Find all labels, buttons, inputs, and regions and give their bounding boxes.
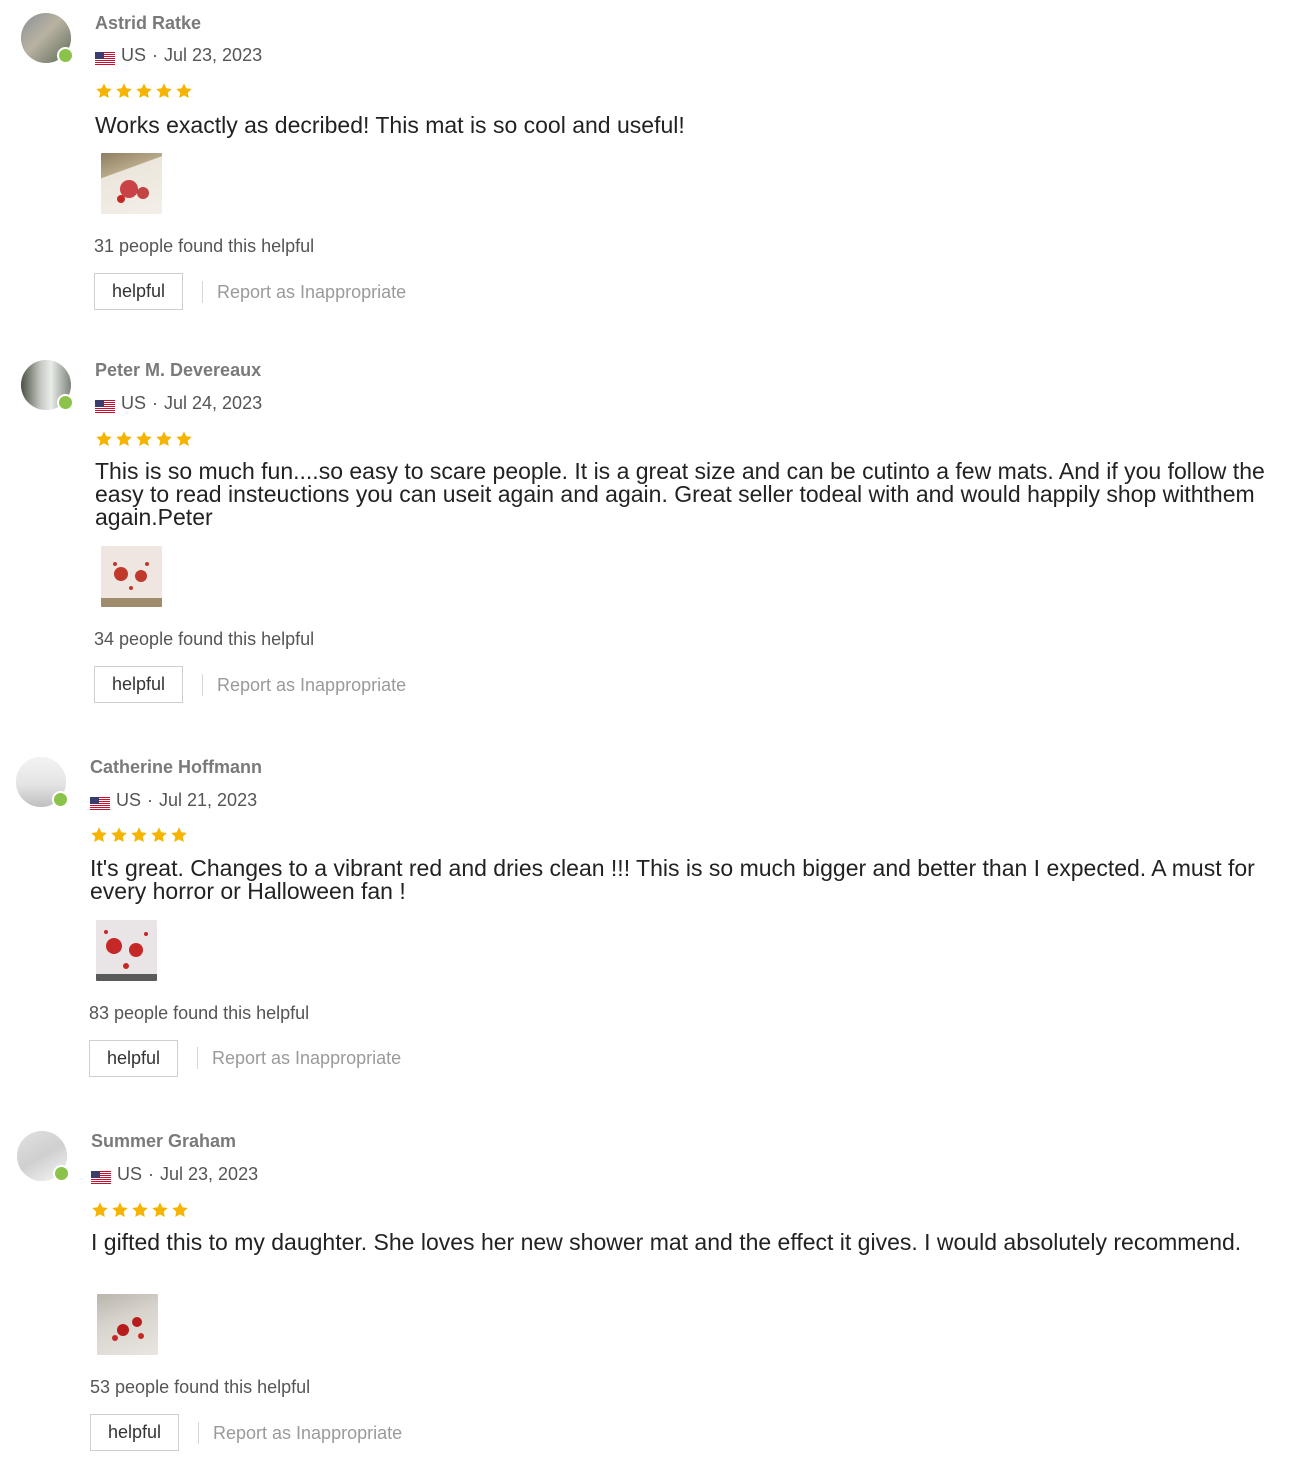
report-link[interactable]: Report as Inappropriate — [217, 675, 406, 696]
star-icon — [176, 83, 192, 99]
review-country: US — [116, 790, 142, 810]
review-text: This is so much fun....so easy to scare … — [95, 458, 1265, 530]
divider — [198, 1422, 199, 1444]
star-icon — [172, 1202, 188, 1218]
us-flag-icon — [95, 49, 115, 65]
helpful-count: 34 people found this helpful — [94, 629, 315, 649]
review-date: Jul 23, 2023 — [164, 45, 263, 65]
divider — [202, 674, 203, 696]
review-date: Jul 23, 2023 — [160, 1164, 259, 1184]
review-meta: US · Jul 21, 2023 — [90, 790, 257, 811]
star-icon — [152, 1202, 168, 1218]
meta-separator: · — [148, 1164, 155, 1184]
avatar — [17, 1131, 70, 1182]
avatar — [21, 13, 74, 64]
star-icon — [112, 1202, 128, 1218]
review-text: It's great. Changes to a vibrant red and… — [90, 855, 1255, 904]
helpful-button[interactable]: helpful — [94, 666, 183, 703]
reviewer-name: Peter M. Devereaux — [95, 360, 262, 380]
star-icon — [151, 827, 167, 843]
us-flag-icon — [90, 794, 110, 810]
us-flag-icon — [95, 397, 115, 413]
star-icon — [156, 83, 172, 99]
report-link[interactable]: Report as Inappropriate — [217, 282, 406, 303]
review-country: US — [121, 393, 147, 413]
star-rating — [95, 430, 193, 448]
reviewer-name: Astrid Ratke — [95, 13, 202, 33]
verified-check-icon — [57, 394, 74, 411]
reviewer-name: Catherine Hoffmann — [90, 757, 263, 777]
review-meta: US · Jul 23, 2023 — [95, 45, 262, 66]
star-icon — [136, 83, 152, 99]
review-country: US — [121, 45, 147, 65]
review-date: Jul 24, 2023 — [164, 393, 263, 413]
star-icon — [156, 431, 172, 447]
review-photo-thumbnail[interactable] — [101, 546, 162, 607]
review-meta: US · Jul 23, 2023 — [91, 1164, 258, 1185]
review-text: Works exactly as decribed! This mat is s… — [95, 112, 685, 138]
meta-separator: · — [147, 790, 154, 810]
review-photo-thumbnail[interactable] — [97, 1294, 158, 1355]
report-link[interactable]: Report as Inappropriate — [212, 1048, 401, 1069]
report-link[interactable]: Report as Inappropriate — [213, 1423, 402, 1444]
star-icon — [96, 83, 112, 99]
review-photo-thumbnail[interactable] — [101, 153, 162, 214]
helpful-button[interactable]: helpful — [89, 1040, 178, 1077]
helpful-count: 83 people found this helpful — [89, 1003, 310, 1023]
us-flag-icon — [91, 1168, 111, 1184]
helpful-button[interactable]: helpful — [94, 273, 183, 310]
meta-separator: · — [152, 45, 159, 65]
star-icon — [111, 827, 127, 843]
meta-separator: · — [152, 393, 159, 413]
star-icon — [136, 431, 152, 447]
verified-check-icon — [57, 47, 74, 64]
star-icon — [132, 1202, 148, 1218]
star-icon — [92, 1202, 108, 1218]
verified-check-icon — [52, 791, 69, 808]
review-meta: US · Jul 24, 2023 — [95, 393, 262, 414]
divider — [202, 281, 203, 303]
star-icon — [116, 83, 132, 99]
avatar — [21, 360, 74, 411]
star-rating — [90, 826, 188, 844]
review-text: I gifted this to my daughter. She loves … — [91, 1229, 1242, 1255]
star-icon — [91, 827, 107, 843]
star-icon — [96, 431, 112, 447]
reviewer-name: Summer Graham — [91, 1131, 237, 1151]
review-date: Jul 21, 2023 — [159, 790, 258, 810]
star-icon — [171, 827, 187, 843]
review-country: US — [117, 1164, 143, 1184]
star-icon — [176, 431, 192, 447]
avatar — [16, 757, 69, 808]
helpful-count: 53 people found this helpful — [90, 1377, 311, 1397]
star-rating — [91, 1201, 189, 1219]
verified-check-icon — [53, 1165, 70, 1182]
helpful-count: 31 people found this helpful — [94, 236, 315, 256]
helpful-button[interactable]: helpful — [90, 1414, 179, 1451]
star-icon — [116, 431, 132, 447]
review-photo-thumbnail[interactable] — [96, 920, 157, 981]
star-icon — [131, 827, 147, 843]
star-rating — [95, 82, 193, 100]
divider — [197, 1047, 198, 1069]
